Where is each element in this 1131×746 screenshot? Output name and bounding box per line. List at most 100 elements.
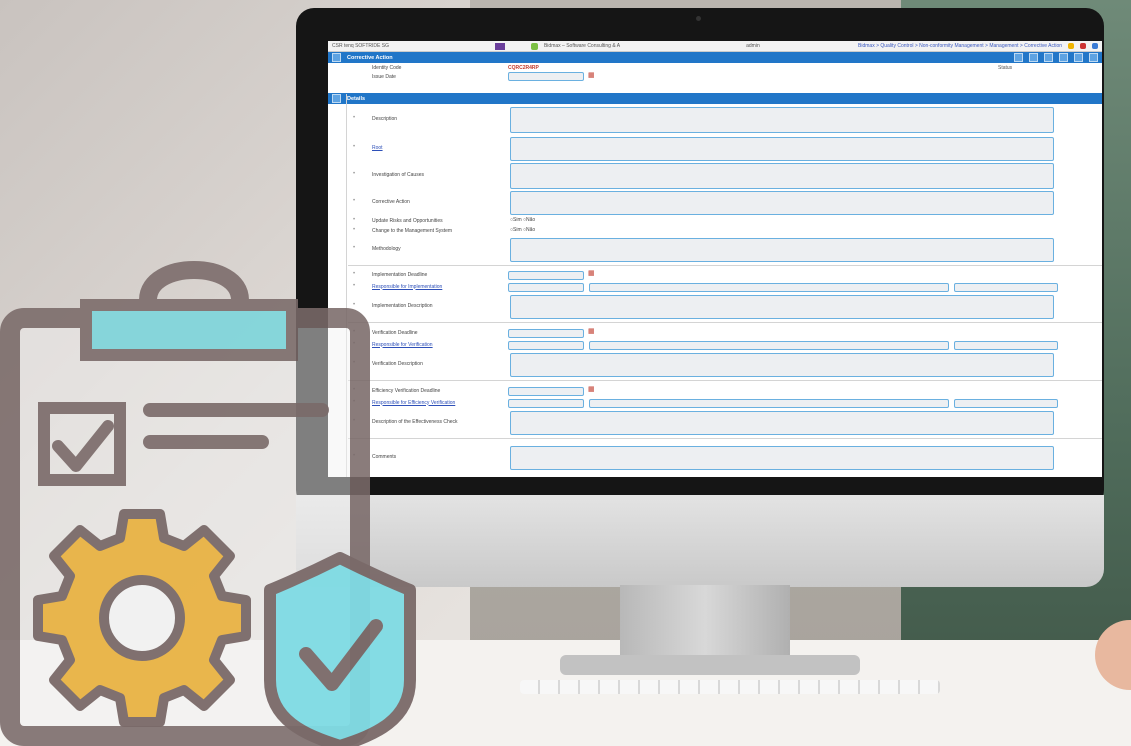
delete-icon[interactable] <box>1074 53 1083 62</box>
text-area[interactable] <box>510 446 1054 470</box>
field-row: • Responsible for Efficiency Verification <box>328 399 1102 410</box>
field-bullet: • <box>353 282 356 289</box>
help-icon[interactable] <box>1092 43 1098 49</box>
field-row: • Methodology <box>328 238 1102 264</box>
field-label: Verification Description <box>372 361 423 367</box>
identity-value: CQRC2R4RP <box>508 65 539 71</box>
print-icon[interactable] <box>1080 43 1086 49</box>
field-bullet: • <box>353 245 356 251</box>
collapse-icon[interactable] <box>332 53 341 62</box>
top-left-text: CSR tenq SOFTRIDE SG <box>332 43 389 49</box>
text-area[interactable] <box>510 163 1054 189</box>
breadcrumb[interactable]: Bidmax > Quality Control > Non-conformit… <box>858 43 1062 49</box>
field-label: Comments <box>372 454 397 460</box>
home-icon[interactable] <box>1014 53 1023 62</box>
field-bullet: • <box>353 144 356 150</box>
text-area[interactable] <box>510 238 1054 262</box>
responsible-code-input[interactable] <box>508 283 584 292</box>
company-name[interactable]: Bidmax – Software Consulting & A <box>544 43 620 49</box>
text-area[interactable] <box>510 411 1054 435</box>
field-bullet: • <box>353 302 356 308</box>
save-icon[interactable] <box>1029 53 1038 62</box>
field-row: • Implementation Description <box>328 295 1102 321</box>
calendar-icon[interactable]: ▦ <box>588 327 595 335</box>
field-bullet: • <box>353 386 356 393</box>
section-separator <box>348 322 1102 323</box>
more-icon[interactable] <box>1089 53 1098 62</box>
responsible-code-input[interactable] <box>508 399 584 408</box>
company-icon <box>530 42 538 50</box>
field-label: Implementation Description <box>372 303 433 309</box>
field-bullet: • <box>353 453 356 459</box>
field-label[interactable]: Responsible for Implementation <box>372 284 442 290</box>
field-bullet: • <box>353 115 356 121</box>
field-label[interactable]: Responsible for Efficiency Verification <box>372 400 455 406</box>
field-row: • Corrective Action <box>328 191 1102 217</box>
date-input[interactable] <box>508 329 584 338</box>
camera-dot <box>696 16 701 21</box>
field-row: • Responsible for Verification <box>328 341 1102 352</box>
field-row: • Verification Description <box>328 353 1102 379</box>
details-title: Details <box>347 95 366 102</box>
identity-label: Identity Code <box>372 65 402 71</box>
date-input[interactable] <box>508 271 584 280</box>
responsible-name-input[interactable] <box>589 341 949 350</box>
field-bullet: • <box>353 418 356 424</box>
field-label[interactable]: Root <box>372 145 383 151</box>
user-name[interactable]: admin <box>746 43 760 49</box>
details-collapse-icon[interactable] <box>332 94 341 103</box>
identity-section: Identity Code CQRC2R4RP Status Issue Dat… <box>328 63 1102 83</box>
field-label: Verification Deadline <box>372 329 418 336</box>
app-screen: CSR tenq SOFTRIDE SG Bidmax – Software C… <box>328 41 1102 477</box>
star-icon[interactable] <box>1068 43 1074 49</box>
date-input[interactable] <box>508 387 584 396</box>
calendar-icon[interactable]: ▦ <box>588 269 595 277</box>
status-label: Status <box>998 65 1013 71</box>
corrective-action-header: Corrective Action <box>328 52 1102 63</box>
issue-date-input[interactable] <box>508 72 584 81</box>
text-area[interactable] <box>510 107 1054 133</box>
calendar-icon[interactable]: ▦ <box>588 71 595 79</box>
monitor-chin <box>296 495 1104 587</box>
text-area[interactable] <box>510 191 1054 215</box>
checkbox-icon <box>38 402 329 486</box>
field-label: Efficiency Verification Deadline <box>372 387 441 394</box>
field-label: Implementation Deadline <box>372 271 428 278</box>
email-icon[interactable] <box>1059 53 1068 62</box>
field-bullet: • <box>353 360 356 366</box>
responsible-role-input[interactable] <box>954 341 1058 350</box>
refresh-icon[interactable] <box>1044 53 1053 62</box>
field-row: • Comments <box>328 446 1102 472</box>
field-row: • Implementation Deadline ▦ <box>328 269 1102 282</box>
keyboard <box>520 680 940 694</box>
section-title: Corrective Action <box>347 54 393 61</box>
field-label: Change to the Management System <box>372 228 453 234</box>
responsible-role-input[interactable] <box>954 283 1058 292</box>
text-area[interactable] <box>510 353 1054 377</box>
responsible-name-input[interactable] <box>589 283 949 292</box>
field-row: • Verification Deadline ▦ <box>328 327 1102 340</box>
yes-no-radio[interactable]: ○Sim ○Não <box>510 217 535 223</box>
field-bullet: • <box>353 171 356 177</box>
field-label: Corrective Action <box>372 199 410 205</box>
calendar-icon[interactable]: ▦ <box>588 385 595 393</box>
responsible-role-input[interactable] <box>954 399 1058 408</box>
yes-no-radio[interactable]: ○Sim ○Não <box>510 227 535 233</box>
monitor-stand <box>620 585 790 660</box>
responsible-name-input[interactable] <box>589 399 949 408</box>
text-area[interactable] <box>510 295 1054 319</box>
field-row: • Description of the Effectiveness Check <box>328 411 1102 437</box>
field-row: • Efficiency Verification Deadline ▦ <box>328 385 1102 398</box>
field-label: Investigation of Causes <box>372 172 424 178</box>
field-row: • Root <box>328 137 1102 163</box>
field-label[interactable]: Responsible for Verification <box>372 342 433 348</box>
text-area[interactable] <box>510 137 1054 161</box>
field-bullet: • <box>353 217 356 223</box>
responsible-code-input[interactable] <box>508 341 584 350</box>
app-logo-icon[interactable] <box>494 42 505 50</box>
section-separator <box>348 265 1102 266</box>
field-label: Update Risks and Opportunities <box>372 218 443 224</box>
section-separator <box>348 438 1102 439</box>
field-bullet: • <box>353 270 356 277</box>
field-bullet: • <box>353 227 356 233</box>
